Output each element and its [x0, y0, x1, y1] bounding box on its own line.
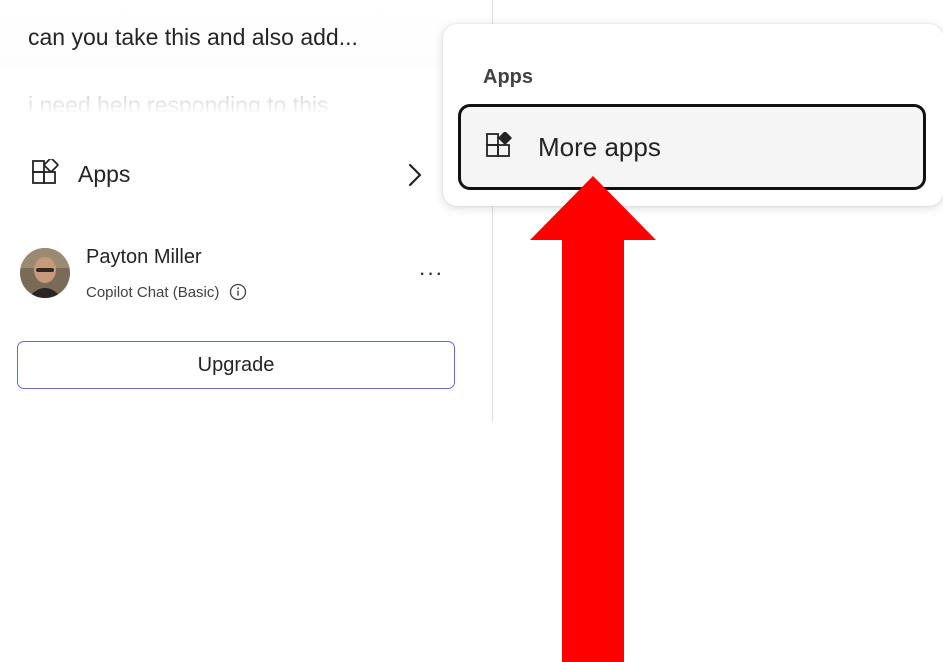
- avatar[interactable]: [20, 248, 70, 298]
- avatar-photo: [20, 248, 70, 298]
- info-icon[interactable]: [229, 283, 247, 301]
- more-apps-menu-item[interactable]: More apps: [458, 104, 926, 190]
- recent-chat-item[interactable]: i need help responding to this: [28, 92, 329, 112]
- apps-menu-popup: Apps More apps: [443, 24, 943, 206]
- more-apps-icon: [486, 132, 512, 157]
- more-options-button[interactable]: ···: [416, 258, 446, 288]
- apps-icon: [32, 159, 59, 184]
- sidebar-item-apps[interactable]: Apps: [20, 150, 440, 198]
- apps-menu-heading: Apps: [483, 66, 533, 88]
- sidebar-item-label: Apps: [78, 160, 131, 187]
- user-plan-label: Copilot Chat (Basic): [86, 283, 220, 301]
- more-apps-label: More apps: [538, 131, 661, 162]
- recent-chat-item[interactable]: can you take this and also add...: [28, 24, 358, 51]
- chevron-right-icon: [408, 163, 422, 187]
- user-profile[interactable]: Payton Miller Copilot Chat (Basic) ···: [20, 238, 460, 310]
- user-name: Payton Miller: [86, 246, 202, 268]
- red-arrow-annotation: [530, 176, 656, 662]
- left-sidebar: can you take this and also add... i need…: [0, 0, 493, 422]
- user-plan: Copilot Chat (Basic): [86, 283, 247, 301]
- upgrade-button[interactable]: Upgrade: [17, 341, 455, 389]
